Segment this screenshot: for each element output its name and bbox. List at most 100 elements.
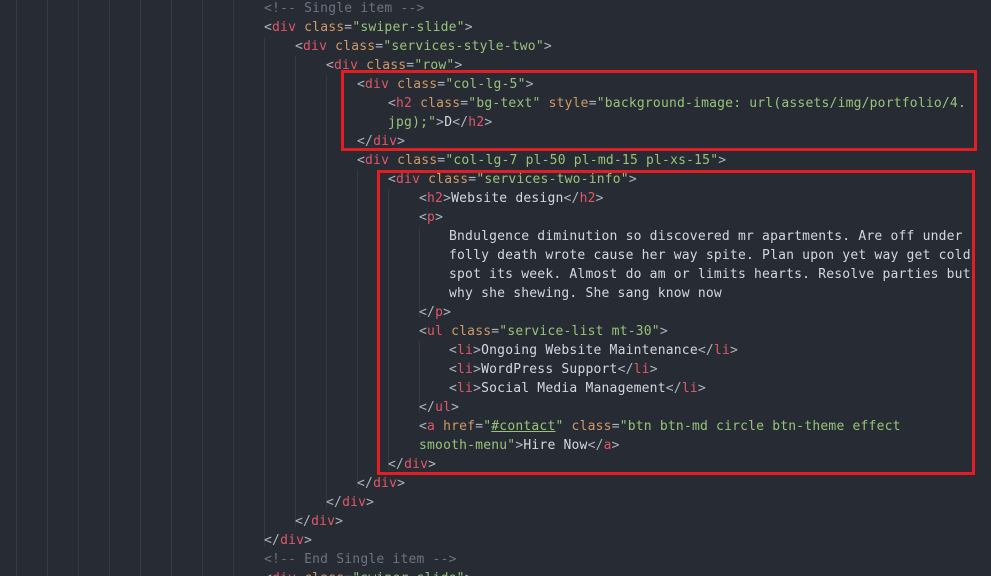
code-token: </ (697, 343, 714, 358)
code-token: > (454, 58, 463, 73)
code-token: class (428, 172, 469, 187)
code-line[interactable]: <div class="services-style-two"> (295, 37, 552, 56)
code-token: > (729, 343, 739, 358)
indent-guide (171, 0, 172, 576)
code-line[interactable]: why she shewing. She sang know now (449, 284, 722, 303)
code-token: li (681, 381, 698, 396)
code-token: > (464, 20, 473, 35)
code-token: > (473, 343, 482, 358)
code-token: div (342, 495, 367, 510)
code-line[interactable]: <div class="col-lg-5"> (357, 75, 534, 94)
code-line[interactable]: <a href="#contact" class="btn btn-md cir… (419, 417, 901, 436)
code-token: > (649, 362, 658, 377)
code-token: > (473, 381, 482, 396)
code-line[interactable]: <li>Ongoing Website Maintenance</li> (449, 341, 738, 360)
code-token: > (525, 77, 534, 92)
code-token: "background-image: url(assets/img/portfo… (596, 96, 966, 111)
indent-guide (326, 75, 327, 508)
code-token: = (611, 419, 620, 434)
code-editor[interactable]: <!-- Single item --> <div class="swiper-s… (0, 0, 991, 576)
code-line[interactable]: spot its week. Almost do am or limits he… (449, 265, 971, 284)
code-token: > (443, 191, 452, 206)
code-line[interactable]: </div> (326, 493, 374, 512)
code-token: </ (326, 495, 343, 510)
code-token: ul (435, 400, 452, 415)
code-line[interactable]: <ul class="service-list mt-30"> (419, 322, 668, 341)
code-token: a (603, 438, 612, 453)
code-token: smooth-menu" (419, 438, 516, 453)
code-line[interactable]: <h2 class="bg-text" style="background-im… (388, 94, 966, 113)
code-line[interactable]: </div> (388, 455, 436, 474)
code-token: > (335, 514, 344, 529)
code-line[interactable]: </div> (357, 474, 405, 493)
code-token: < (419, 419, 428, 434)
code-token: Social Media Management (481, 381, 666, 396)
code-token: li (633, 362, 650, 377)
code-token: </ (563, 191, 580, 206)
code-line[interactable]: </ul> (419, 398, 459, 417)
code-token: > (436, 115, 445, 130)
code-line[interactable]: Bndulgence diminution so discovered mr a… (449, 227, 963, 246)
code-token: <!-- Single item --> (264, 1, 425, 16)
code-token: > (611, 438, 620, 453)
code-line[interactable]: </div> (295, 512, 343, 531)
code-token: < (419, 324, 428, 339)
code-token: #contact (491, 419, 556, 434)
code-token: > (484, 115, 493, 130)
code-line[interactable]: </p> (419, 303, 451, 322)
code-line[interactable]: <p> (419, 208, 443, 227)
code-token: < (357, 153, 366, 168)
code-token: "btn btn-md circle btn-theme effect (619, 419, 901, 434)
code-token: class (451, 324, 492, 339)
code-token: class (420, 96, 461, 111)
code-token: Ongoing Website Maintenance (481, 343, 698, 358)
code-token: < (449, 362, 458, 377)
code-token: > (595, 191, 604, 206)
code-line[interactable]: </div> (357, 132, 405, 151)
code-token: div (365, 153, 390, 168)
code-line[interactable]: jpg);">D</h2> (388, 113, 492, 132)
code-line[interactable]: <!-- Single item --> (264, 0, 425, 18)
code-line[interactable]: <div class="row"> (326, 56, 463, 75)
code-line[interactable]: smooth-menu">Hire Now</a> (419, 436, 620, 455)
code-line[interactable]: <h2>Website design</h2> (419, 189, 604, 208)
code-line[interactable]: <li>Social Media Management</li> (449, 379, 706, 398)
code-token: "col-lg-7 pl-50 pl-md-15 pl-xs-15" (445, 153, 719, 168)
code-line[interactable]: <li>WordPress Support</li> (449, 360, 658, 379)
code-token: < (264, 571, 272, 576)
indent-guide (109, 0, 110, 576)
code-line[interactable]: </div> (264, 531, 312, 550)
code-token: </ (665, 381, 682, 396)
code-line[interactable]: <!-- End Single item --> (264, 550, 457, 569)
code-token: </ (264, 533, 281, 548)
code-token: > (697, 381, 706, 396)
code-line[interactable]: <div class="col-lg-7 pl-50 pl-md-15 pl-x… (357, 151, 726, 170)
code-line[interactable]: folly death wrote cause her way spite. P… (449, 246, 971, 265)
code-line[interactable]: <div class="swiper-slide"> (264, 18, 473, 37)
code-token: > (628, 172, 637, 187)
code-token: </ (295, 514, 312, 529)
code-line[interactable]: <div class="services-two-info"> (388, 170, 637, 189)
code-token: </ (357, 134, 374, 149)
indent-guide (16, 0, 17, 576)
code-token: "swiper-slide" (352, 571, 464, 576)
code-token: " (555, 419, 564, 434)
code-token: <!-- End Single item --> (264, 552, 457, 567)
code-token: li (457, 381, 474, 396)
code-token: h2 (579, 191, 596, 206)
code-token: "services-style-two" (383, 39, 544, 54)
code-token: </ (452, 115, 469, 130)
code-token: folly death wrote cause her way spite. P… (449, 248, 971, 263)
code-line[interactable]: <div class="swiper-slide"> (264, 569, 473, 576)
code-token: h2 (396, 96, 413, 111)
indent-guide (264, 37, 265, 547)
code-token: p (435, 305, 444, 320)
code-token: > (718, 153, 727, 168)
code-token: < (264, 20, 273, 35)
code-token: style (548, 96, 589, 111)
code-token: > (397, 134, 406, 149)
code-token: href (443, 419, 476, 434)
